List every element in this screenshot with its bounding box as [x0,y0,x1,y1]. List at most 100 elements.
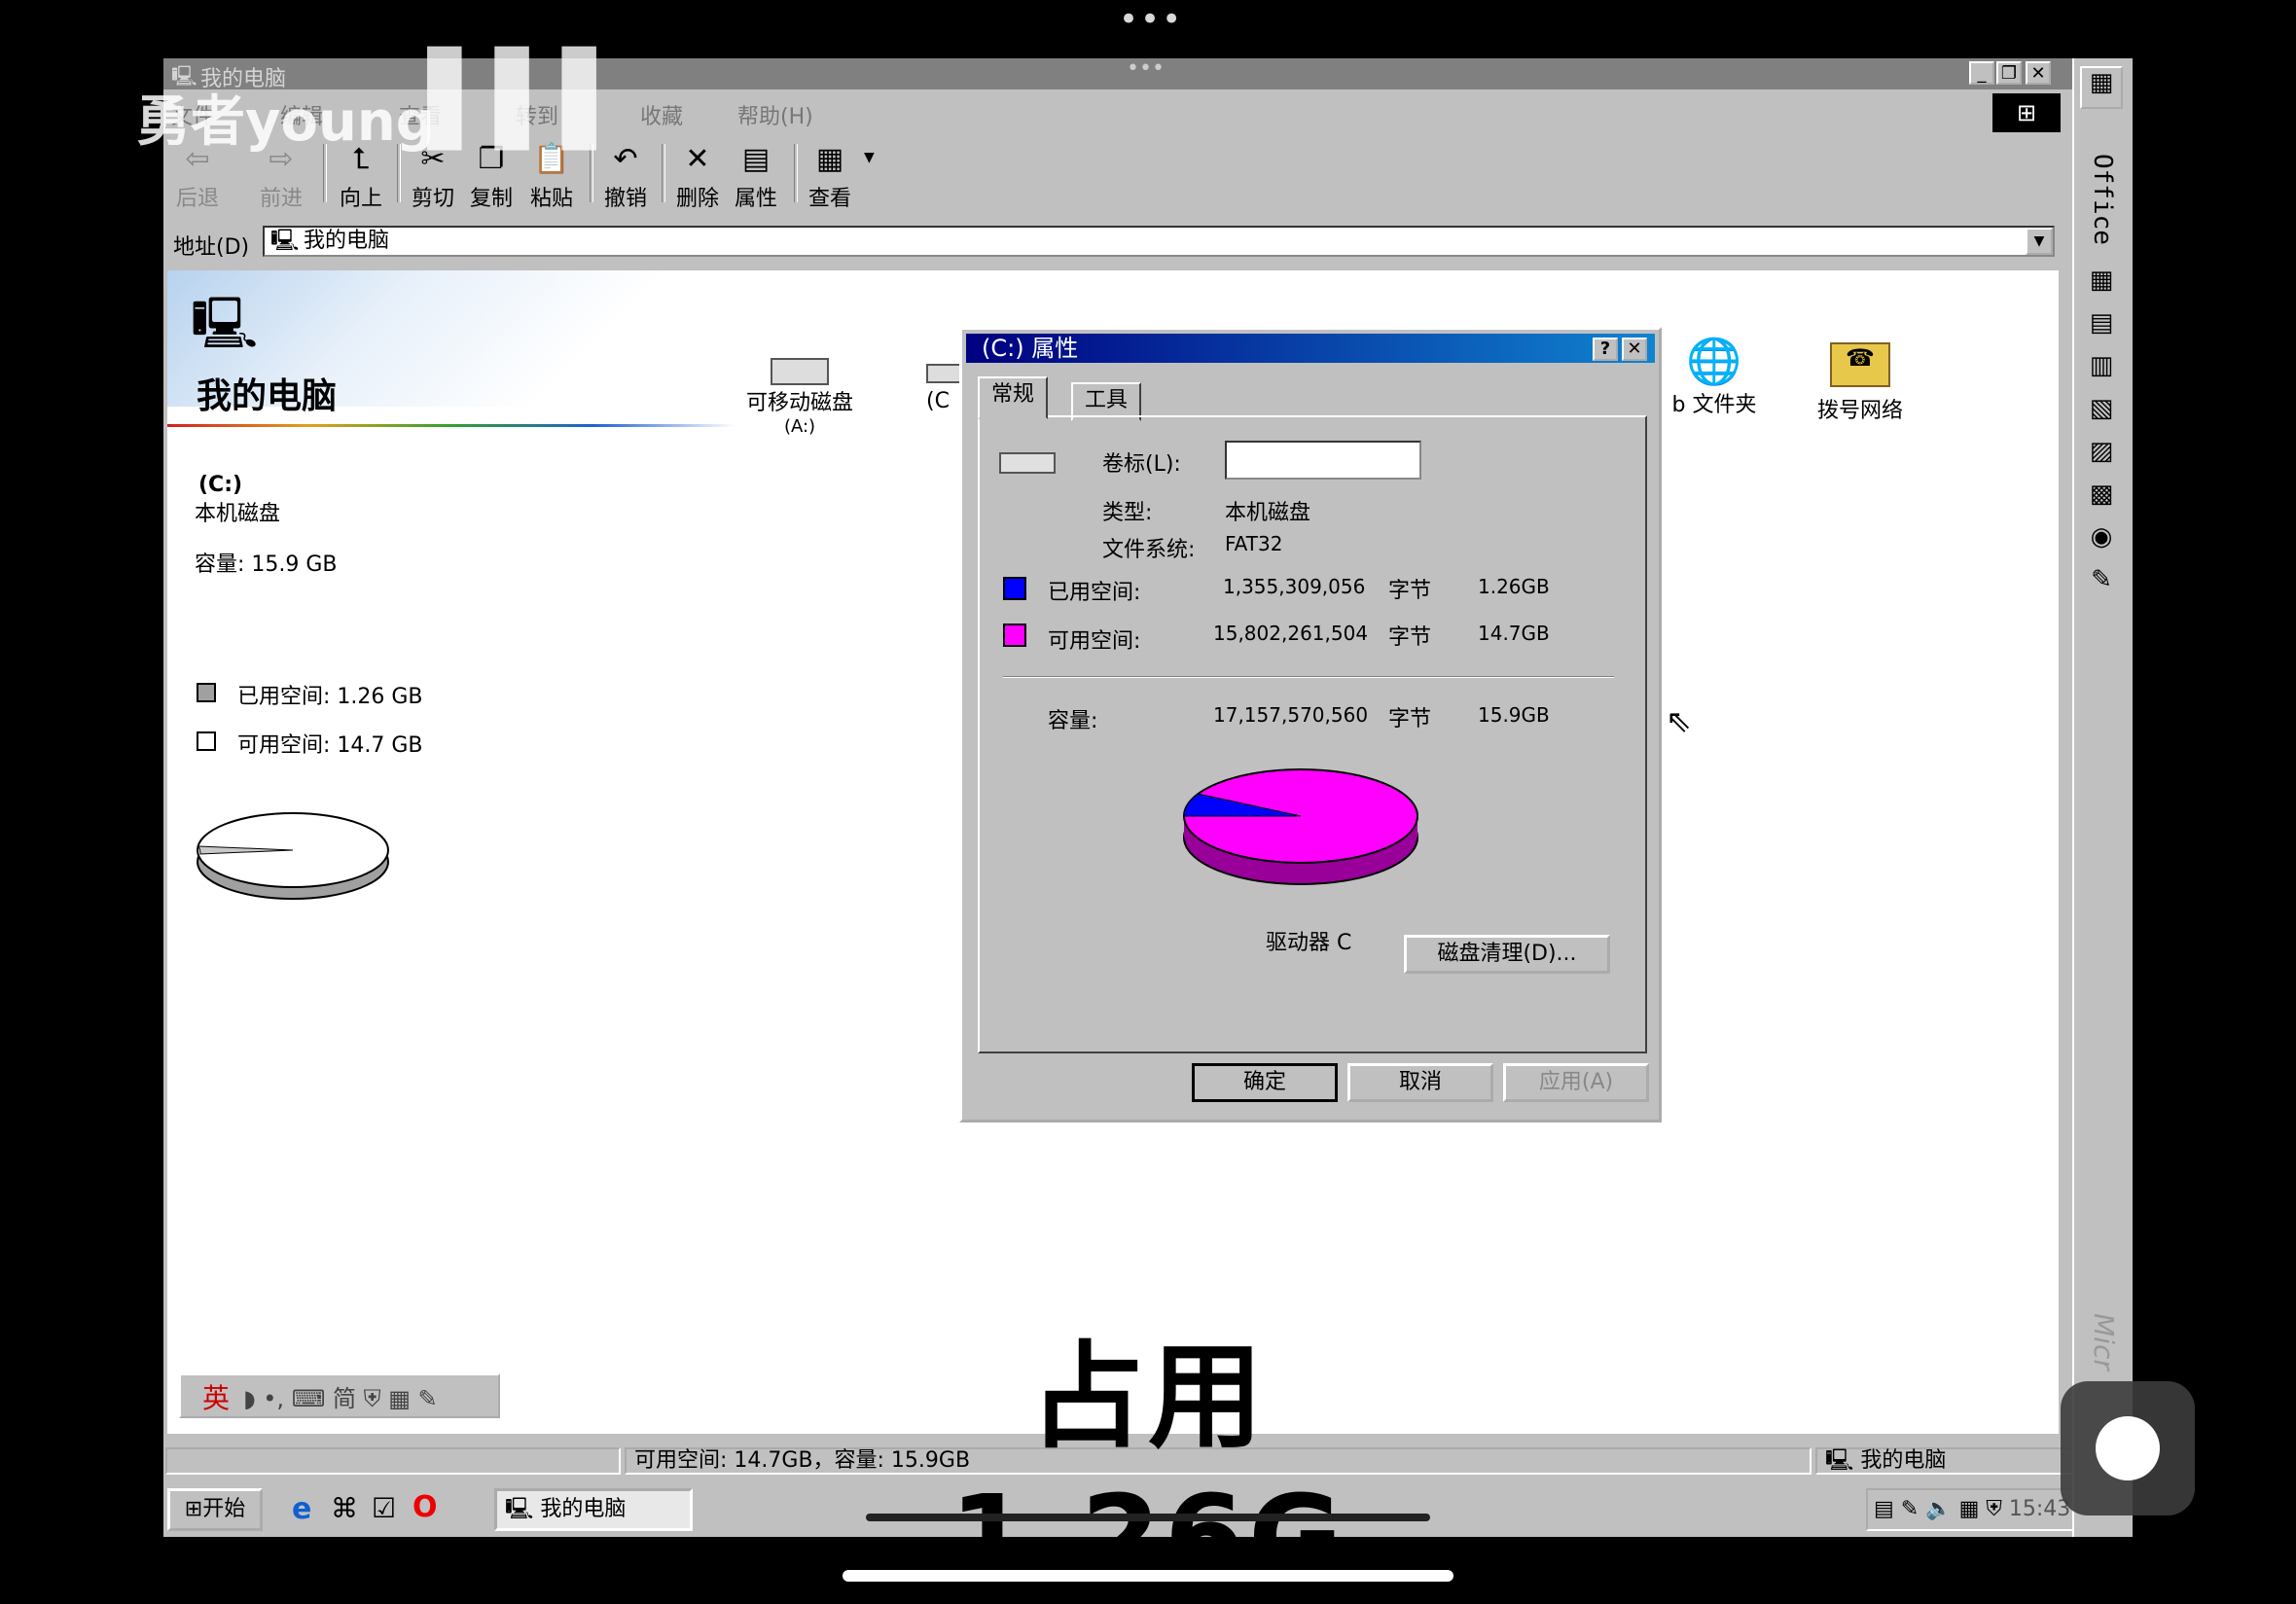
pane-heading: 我的电脑 [197,376,338,416]
restore-button[interactable]: ❐ [1996,61,2022,85]
computer-icon: 🖳 [1825,1448,1861,1473]
home-indicator-inner [866,1514,1430,1521]
volume-label-input[interactable] [1225,441,1421,480]
windows-logo-icon: ⊞ [1992,93,2061,132]
home-indicator [843,1570,1453,1582]
fs-label: 文件系统: [1102,538,1196,562]
capacity-label: 容量: [1048,709,1098,733]
dialog-close-button[interactable]: ✕ [1622,338,1647,361]
ime-icons: ◗ •, ⌨ 简 ⛨ ▦ ✎ [243,1385,438,1412]
toolbar-separator [662,144,665,202]
status-empty-panel [165,1447,621,1475]
address-value: 我的电脑 [304,229,390,253]
tab-general[interactable]: 常规 [978,376,1049,419]
free-bytes: 15,802,261,504 [1213,622,1369,645]
my-computer-icon: 🖳 [191,295,259,353]
video-caption: 占用1.26G [950,1330,1346,1604]
toolbar-separator [794,144,798,202]
status-location: 🖳 我的电脑 [1815,1447,2088,1475]
office-label: Office [2088,154,2117,245]
web-folder-icon: 🌐 [1686,335,1742,387]
views-dropdown-arrow[interactable]: ▼ [864,150,875,165]
title-drag-dots: ••• [1127,56,1165,81]
start-button[interactable]: ⊞开始 [167,1488,263,1531]
heading-divider [167,424,735,427]
computer-icon: 🖳 [505,1497,541,1521]
office-logo-icon[interactable]: ▦ [2080,66,2123,109]
address-label: 地址(D) [173,235,250,260]
drive-label: (C:) [198,473,243,497]
corner-text: Micr [2088,1313,2120,1371]
floppy-drive-icon [771,358,829,385]
used-color-swatch [1003,577,1026,600]
dialup-network-icon: ☎ [1830,342,1890,387]
capacity-text: 容量: 15.9 GB [195,552,338,577]
dialup-network-item[interactable]: ☎ 拨号网络 [1802,342,1919,424]
free-unit: 字节 [1388,625,1432,650]
top-handle: ••• [1119,0,1184,39]
opera-icon[interactable]: O [413,1490,438,1524]
left-pie-chart [197,812,389,900]
drive-icon [999,452,1056,474]
view-grid-icon: ▦ [815,142,844,176]
type-label: 类型: [1102,501,1153,525]
system-tray: ▤ ✎ 🔈 ▦ ⛨ 15:43 [1866,1488,2090,1531]
close-button[interactable]: ✕ [2026,61,2051,85]
used-label: 已用空间: [1048,581,1141,605]
tray-icons[interactable]: ▤ ✎ 🔈 ▦ ⛨ [1874,1497,2009,1521]
disk-cleanup-button[interactable]: 磁盘清理(D)... [1404,935,1610,974]
computer-icon: 🖳 [270,229,300,253]
watermark: 勇者young [136,90,435,154]
fs-value: FAT32 [1225,532,1283,555]
free-size: 14.7GB [1478,622,1550,645]
properties-icon: ▤ [741,142,771,176]
capacity-size: 15.9GB [1478,703,1550,727]
show-desktop-icon[interactable]: ⌘ [331,1492,358,1524]
used-size: 1.26GB [1478,575,1550,598]
menu-help[interactable]: 帮助(H) [737,99,813,130]
delete-x-icon: ✕ [685,142,710,176]
drive-pie-chart [1183,768,1418,885]
free-text: 可用空间: 14.7 GB [237,733,423,758]
office-shortcut-bar: ▦ Office ▦ ▤ ▥ ▧ ▨ ▩ ◉ ✎ Micr [2072,58,2133,1537]
properties-button[interactable]: ▤ 属性 [726,138,786,212]
drive-type: 本机磁盘 [195,502,281,526]
tab-body: 卷标(L): 类型: 本机磁盘 文件系统: FAT32 已用空间: 1,355,… [978,415,1647,1053]
used-bytes: 1,355,309,056 [1223,575,1366,598]
web-view-pane: 🖳 我的电脑 (C:) 本机磁盘 容量: 15.9 GB 已用空间: 1.26 … [167,270,751,1434]
capacity-unit: 字节 [1388,707,1432,731]
bilibili-logo: ▌▌▌ [428,48,630,150]
ok-button[interactable]: 确定 [1192,1063,1338,1102]
views-button[interactable]: ▦ 查看 [800,138,860,212]
capacity-divider [1003,676,1614,678]
taskbar-button-my-computer[interactable]: 🖳 我的电脑 [494,1488,693,1531]
ime-toolbar[interactable]: 英 ◗ •, ⌨ 简 ⛨ ▦ ✎ [179,1373,500,1418]
help-button[interactable]: ? [1593,338,1618,361]
office-app-icons[interactable]: ▦ ▤ ▥ ▧ ▨ ▩ ◉ ✎ [2084,259,2119,601]
delete-button[interactable]: ✕ 删除 [667,138,728,212]
ime-lang[interactable]: 英 [202,1377,230,1416]
cancel-button[interactable]: 取消 [1347,1063,1493,1102]
floppy-drive-item[interactable]: 可移动磁盘 (A:) [732,358,868,437]
address-dropdown-button[interactable]: ▼ [2026,228,2053,255]
properties-dialog: (C:) 属性 ? ✕ 常规 工具 卷标(L): 类型: 本机磁盘 文件系统: … [959,327,1662,1123]
free-swatch [197,731,216,751]
address-bar: 地址(D) 🖳 我的电脑 ▼ [163,224,2094,263]
volume-label-text: 卷标(L): [1102,452,1181,477]
assistive-touch-circle [2096,1416,2160,1480]
address-input[interactable]: 🖳 我的电脑 [263,226,2055,257]
apply-button[interactable]: 应用(A) [1503,1063,1649,1102]
web-folder-item[interactable]: 🌐 b 文件夹 [1656,335,1773,418]
used-unit: 字节 [1388,579,1432,603]
toolbar-separator [590,144,593,202]
type-value: 本机磁盘 [1225,501,1311,525]
assistive-touch-button[interactable] [2061,1381,2195,1515]
capacity-bytes: 17,157,570,560 [1213,703,1369,727]
free-color-swatch [1003,624,1026,647]
used-text: 已用空间: 1.26 GB [237,685,423,709]
windows-flag-icon: ⊞ [184,1497,203,1521]
dialog-title-bar[interactable]: (C:) 属性 ? ✕ [966,334,1655,363]
minimize-button[interactable]: _ [1969,61,1994,85]
outlook-icon[interactable]: ☑ [372,1492,396,1524]
ie-icon[interactable]: e [292,1492,311,1526]
